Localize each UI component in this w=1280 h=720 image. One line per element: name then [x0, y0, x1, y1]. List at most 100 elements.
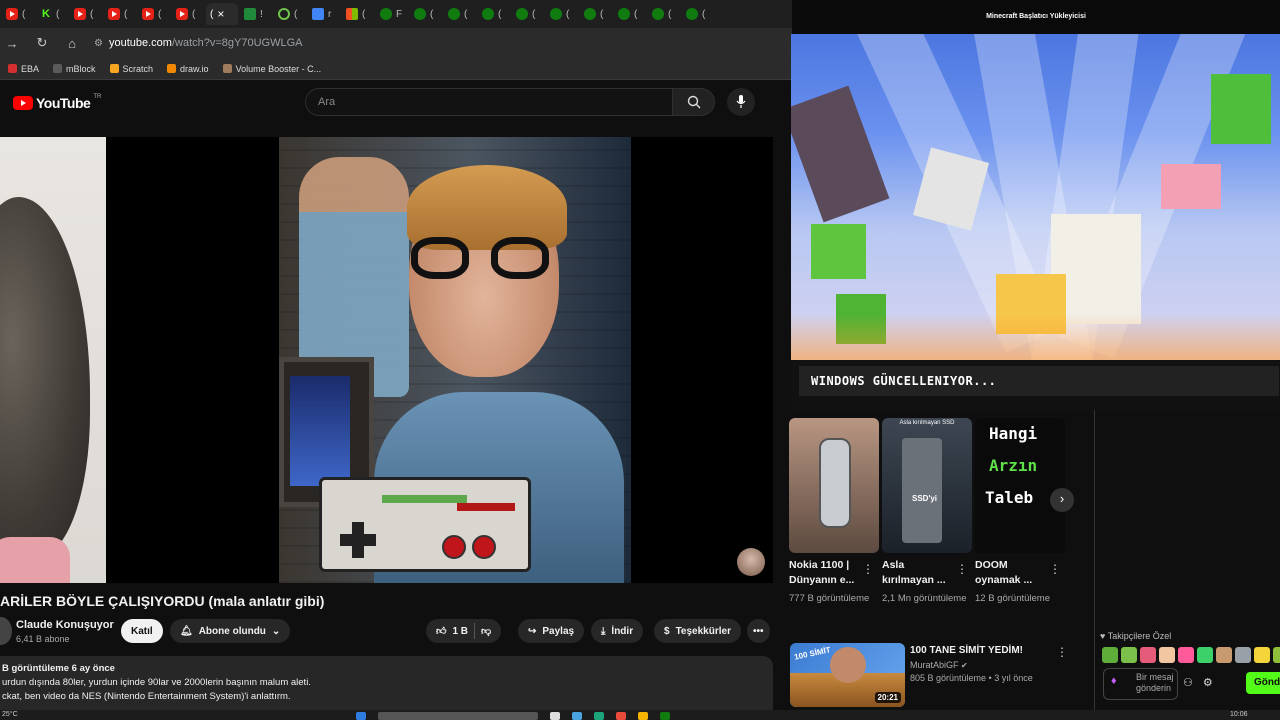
taskbar-app-icon[interactable]	[616, 712, 626, 720]
tab-xbox-3[interactable]: (	[444, 3, 476, 25]
shorts-next-button[interactable]: ›	[1050, 488, 1074, 512]
search-button[interactable]	[673, 88, 715, 116]
tab-label: (	[158, 8, 162, 20]
share-button[interactable]: ↪ Paylaş	[518, 619, 585, 643]
close-icon[interactable]: ×	[217, 7, 224, 21]
tab-label: (	[634, 8, 638, 20]
taskbar-app-icon[interactable]	[572, 712, 582, 720]
short-thumb-doom[interactable]: Hangi Arzın Taleb	[975, 418, 1065, 553]
taskbar-app-icon[interactable]	[550, 712, 560, 720]
taskbar-app-icon[interactable]	[594, 712, 604, 720]
short-views: 2,1 Mn görüntüleme	[882, 593, 967, 604]
tab-youtube-1[interactable]: (	[2, 3, 34, 25]
tab-xbox-9[interactable]: (	[648, 3, 680, 25]
channel-watermark[interactable]	[737, 548, 765, 576]
rec-title[interactable]: 100 TANE SİMİT YEDİM!	[910, 645, 1023, 656]
tab-power[interactable]: (	[274, 3, 306, 25]
download-button[interactable]: ⤓ İndir	[591, 619, 644, 643]
video-player[interactable]	[0, 137, 773, 583]
taskbar-app-icon[interactable]	[660, 712, 670, 720]
rec-thumbnail[interactable]: 100 SİMİT 20:21	[790, 643, 905, 707]
reload-icon[interactable]: ↻	[34, 35, 50, 51]
more-vert-icon[interactable]: ⋮	[1049, 562, 1061, 576]
settings-icon[interactable]: ⚙	[1203, 676, 1213, 689]
tab-sheet[interactable]: !	[240, 3, 272, 25]
short-title[interactable]: Asla kırılmayan ...	[882, 558, 954, 588]
microsoft-icon	[346, 8, 358, 20]
subscribed-button[interactable]: 🔔︎ Abone olundu ⌄	[170, 619, 291, 643]
tab-youtube-active[interactable]: (×	[206, 3, 238, 25]
url-host: youtube.com	[108, 37, 172, 49]
voice-search-button[interactable]	[727, 88, 755, 116]
bookmark-scratch[interactable]: Scratch	[109, 64, 153, 74]
users-icon[interactable]: ⚇	[1183, 676, 1193, 689]
forward-icon[interactable]: →	[4, 36, 20, 51]
tab-microsoft[interactable]: (	[342, 3, 374, 25]
tab-kick[interactable]: K(	[36, 3, 68, 25]
emote-icon[interactable]	[1159, 647, 1175, 663]
ssd-device	[902, 438, 942, 543]
site-info-icon[interactable]: ⚙	[94, 38, 103, 49]
short-thumb-nokia[interactable]	[789, 418, 879, 553]
tab-xbox-10[interactable]: (	[682, 3, 714, 25]
tab-xbox-7[interactable]: (	[580, 3, 612, 25]
tab-label: (	[192, 8, 196, 20]
emote-icon[interactable]	[1273, 647, 1280, 663]
ground-glow	[791, 314, 1280, 360]
emote-icon[interactable]	[1197, 647, 1213, 663]
short-thumb-ssd[interactable]: Asla kırılmayan SSD SSD'yi	[882, 418, 972, 553]
url-field[interactable]: ⚙ youtube.com/watch?v=8gY70UGWLGA	[94, 37, 303, 49]
taskbar-search[interactable]	[378, 712, 538, 720]
start-icon[interactable]	[356, 712, 366, 720]
bookmark-label: draw.io	[180, 63, 209, 74]
bookmark-mblock[interactable]: mBlock	[53, 64, 96, 74]
chat-emote-icon[interactable]: ♦	[1111, 675, 1125, 691]
youtube-logo[interactable]: YouTube TR	[13, 94, 101, 111]
tab-xbox-8[interactable]: (	[614, 3, 646, 25]
tab-youtube-3[interactable]: (	[104, 3, 136, 25]
tab-doc[interactable]: r	[308, 3, 340, 25]
emote-icon[interactable]	[1102, 647, 1118, 663]
join-button[interactable]: Katıl	[121, 619, 163, 643]
bookmark-volume-booster[interactable]: Volume Booster - C...	[222, 64, 321, 74]
like-button[interactable]: 👍︎ 1 B	[436, 625, 468, 638]
description-line: urdun dışında 80ler, yurdun içinde 90lar…	[2, 677, 311, 688]
search-input[interactable]: Ara	[305, 88, 673, 116]
xbox-icon	[618, 8, 630, 20]
rec-channel[interactable]: MuratAbiGF ✔	[910, 660, 968, 670]
emote-icon[interactable]	[1140, 647, 1156, 663]
tab-label: (	[566, 8, 570, 20]
tab-xbox-1[interactable]: F	[376, 3, 408, 25]
thanks-button[interactable]: $ Teşekkürler	[654, 619, 741, 643]
emote-icon[interactable]	[1216, 647, 1232, 663]
youtube-play-icon	[13, 96, 33, 110]
emote-icon[interactable]	[1254, 647, 1270, 663]
bookmark-drawio[interactable]: draw.io	[167, 64, 209, 74]
more-vert-icon[interactable]: ⋮	[862, 562, 874, 576]
tab-xbox-6[interactable]: (	[546, 3, 578, 25]
more-vert-icon[interactable]: ⋮	[1056, 645, 1068, 659]
taskbar-app-icon[interactable]	[638, 712, 648, 720]
emote-icon[interactable]	[1121, 647, 1137, 663]
tab-xbox-5[interactable]: (	[512, 3, 544, 25]
tab-youtube-4[interactable]: (	[138, 3, 170, 25]
bookmark-eba[interactable]: EBA	[8, 64, 39, 74]
tab-xbox-2[interactable]: (	[410, 3, 442, 25]
channel-avatar[interactable]	[0, 617, 12, 645]
xbox-icon	[686, 8, 698, 20]
tab-xbox-4[interactable]: (	[478, 3, 510, 25]
pig-mob	[1161, 164, 1221, 209]
bell-icon: 🔔︎	[180, 625, 193, 637]
chat-send-button[interactable]: Gönder	[1246, 672, 1280, 694]
tab-youtube-2[interactable]: (	[70, 3, 102, 25]
dislike-button[interactable]: 👎︎	[481, 625, 491, 637]
more-vert-icon[interactable]: ⋮	[956, 562, 968, 576]
more-actions-button[interactable]: •••	[747, 619, 770, 643]
home-icon[interactable]: ⌂	[64, 36, 80, 51]
tab-youtube-5[interactable]: (	[172, 3, 204, 25]
channel-name[interactable]: Claude Konuşuyor	[16, 619, 114, 631]
emote-icon[interactable]	[1235, 647, 1251, 663]
short-title[interactable]: DOOM oynamak ...	[975, 558, 1043, 588]
emote-icon[interactable]	[1178, 647, 1194, 663]
thumbs-down-icon: 👎︎	[481, 626, 492, 637]
